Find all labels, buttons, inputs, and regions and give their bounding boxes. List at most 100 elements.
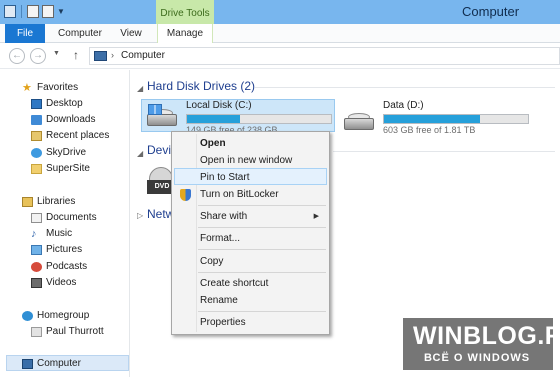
documents-icon [31,213,42,223]
menu-label: Pin to Start [200,172,250,183]
drive-tools-context-tab: Drive Tools [156,0,214,24]
properties-icon[interactable] [27,5,39,18]
menu-item-open[interactable]: Open [174,135,327,152]
menu-label: Copy [200,256,224,267]
podcasts-icon [31,262,42,272]
recent-places-icon [31,131,42,141]
nav-label: Favorites [37,82,79,93]
menu-separator [198,249,326,250]
menu-separator [198,227,326,228]
context-menu: Open Open in new window Pin to Start Tur… [171,131,330,335]
menu-item-share-with[interactable]: Share with ▶ [174,208,327,225]
chevron-right-icon[interactable]: › [111,50,114,60]
collapse-caret-icon[interactable]: ◢ [137,149,143,158]
menu-item-rename[interactable]: Rename [174,292,327,309]
address-path: Computer [121,50,165,61]
nav-label: SkyDrive [46,147,87,158]
drive-usage-bar [383,114,529,124]
menu-item-turn-on-bitlocker[interactable]: Turn on BitLocker [174,186,327,203]
videos-icon [31,278,42,288]
computer-icon [94,51,107,61]
tab-manage[interactable]: Manage [157,24,213,43]
drive-usage-fill [187,115,241,123]
menu-label: Open [200,138,226,149]
group-divider [333,151,555,152]
up-arrow-icon[interactable]: ↑ [73,48,79,62]
menu-item-copy[interactable]: Copy [174,253,327,270]
tab-computer[interactable]: Computer [53,24,107,43]
back-button[interactable]: ← [9,48,25,64]
nav-label: Videos [46,277,77,288]
hard-drive-icon[interactable] [342,108,376,132]
customize-qat-icon[interactable]: ▼ [57,5,65,18]
tab-file[interactable]: File [5,24,45,43]
menu-label: Format... [200,233,241,244]
hard-drive-icon [145,104,179,128]
windows-logo-icon [148,104,162,115]
menu-item-create-shortcut[interactable]: Create shortcut [174,275,327,292]
menu-label: Rename [200,295,238,306]
new-folder-icon[interactable] [42,5,54,18]
window-title: Computer [462,4,520,19]
nav-label: Documents [46,212,97,223]
nav-label: Music [46,228,73,239]
music-icon: ♪ [31,228,37,240]
menu-separator [198,205,326,206]
ribbon-tabs: File Computer View Manage [0,24,560,43]
nav-label: SuperSite [46,163,90,174]
libraries-icon [22,197,33,207]
drive-name[interactable]: Data (D:) [383,100,424,111]
forward-button[interactable]: → [30,48,46,64]
nav-label: Recent places [46,130,110,141]
drive-usage-fill [384,115,481,123]
nav-label: Pictures [46,244,83,255]
skydrive-icon [31,148,42,158]
collapse-caret-icon[interactable]: ◢ [137,84,143,93]
watermark-subtitle: ВСЁ О WINDOWS [424,352,531,364]
group-header-hard-disk-drives[interactable]: Hard Disk Drives (2) [147,79,255,93]
computer-icon [22,359,33,369]
qat-separator [21,5,22,18]
watermark: WINBLOG.RU ВСЁ О WINDOWS [403,318,560,370]
drive-usage-bar [186,114,332,124]
recent-locations-icon[interactable]: ▼ [53,50,60,57]
nav-label: Homegroup [37,310,90,321]
submenu-arrow-icon: ▶ [313,213,319,220]
star-icon: ★ [22,82,32,94]
drive-free-space: 603 GB free of 1.81 TB [383,125,476,135]
watermark-title: WINBLOG.RU [413,322,560,350]
menu-label: Turn on BitLocker [200,189,279,200]
nav-label: Downloads [46,114,96,125]
desktop-icon [31,99,42,109]
expand-caret-icon[interactable]: ▷ [137,211,143,220]
computer-app-icon[interactable] [4,5,16,18]
user-icon [31,327,42,337]
menu-separator [198,311,326,312]
drive-body-shape [344,118,374,130]
address-bar-row: ← → ▼ ↑ › Computer [0,44,560,69]
menu-label: Share with [200,211,248,222]
nav-label: Libraries [37,196,76,207]
menu-item-pin-to-start[interactable]: Pin to Start [174,168,327,185]
nav-label: Podcasts [46,261,88,272]
drive-body-shape [147,114,177,126]
group-header-devices[interactable]: Devi [147,143,171,157]
menu-item-format[interactable]: Format... [174,230,327,247]
tab-view[interactable]: View [112,24,150,43]
menu-item-open-in-new-window[interactable]: Open in new window [174,152,327,169]
drive-name: Local Disk (C:) [186,100,252,111]
menu-separator [198,272,326,273]
nav-label: Computer [37,358,81,369]
menu-label: Open in new window [200,155,293,166]
uac-shield-icon [180,189,191,201]
nav-label: Paul Thurrott [46,326,104,337]
address-field[interactable]: › Computer [89,47,560,65]
group-divider [255,87,555,88]
menu-label: Properties [200,317,246,328]
quick-access-toolbar: ▼ [4,5,65,18]
nav-label: Desktop [46,98,83,109]
pictures-icon [31,245,42,255]
downloads-icon [31,115,42,125]
menu-item-properties[interactable]: Properties [174,314,327,331]
folder-icon [31,164,42,174]
